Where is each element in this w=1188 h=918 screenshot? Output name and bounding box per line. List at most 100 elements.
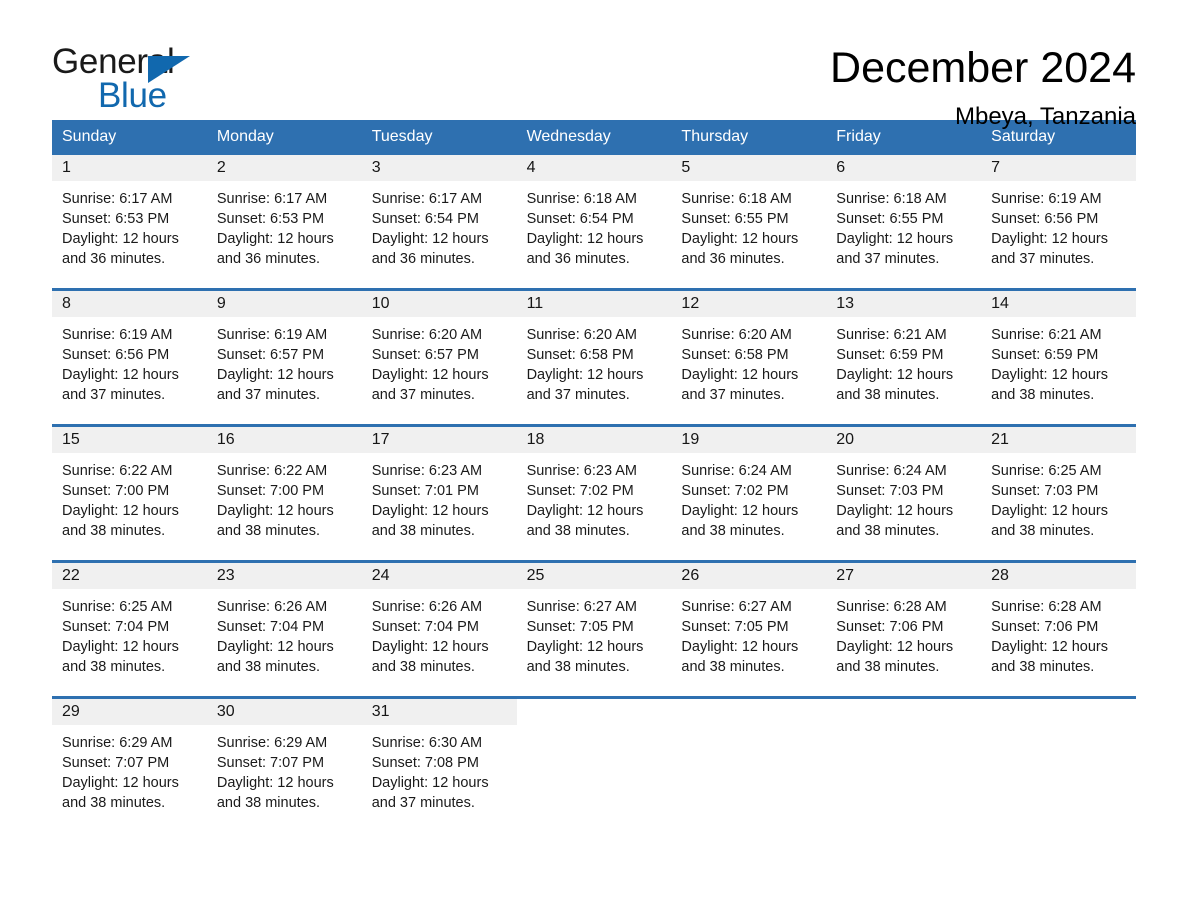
day-details: Sunrise: 6:19 AM Sunset: 6:57 PM Daylight:… (207, 317, 362, 405)
calendar-day-cell[interactable]: 3 Sunrise: 6:17 AM Sunset: 6:54 PM Daylight… (361, 155, 517, 288)
day-details: Sunrise: 6:18 AM Sunset: 6:54 PM Daylight:… (517, 181, 672, 269)
daylight-text: Daylight: 12 hours and 38 minutes. (991, 503, 1109, 539)
sunrise-text: Sunrise: 6:29 AM (62, 735, 173, 751)
calendar-day-cell[interactable]: 12 Sunrise: 6:20 AM Sunset: 6:58 PM Dayligh… (671, 291, 827, 424)
calendar-day-cell[interactable]: 24 Sunrise: 6:26 AM Sunset: 7:04 PM Dayligh… (361, 563, 517, 696)
sunrise-text: Sunrise: 6:30 AM (371, 735, 483, 751)
calendar-day-cell[interactable]: 2 Sunrise: 6:17 AM Sunset: 6:53 PM Daylight… (206, 155, 362, 288)
day-details: Sunrise: 6:23 AM Sunset: 7:02 PM Daylight:… (517, 453, 672, 541)
daylight-text: Daylight: 12 hours and 37 minutes. (681, 367, 799, 403)
calendar-day-cell-empty (826, 699, 982, 832)
sunrise-text: Sunrise: 6:22 AM (62, 463, 173, 479)
day-details: Sunrise: 6:29 AM Sunset: 7:07 PM Daylight:… (52, 725, 207, 813)
day-number (516, 699, 672, 725)
day-number: 12 (671, 291, 827, 317)
calendar-day-cell[interactable]: 23 Sunrise: 6:26 AM Sunset: 7:04 PM Dayligh… (206, 563, 362, 696)
day-details: Sunrise: 6:18 AM Sunset: 6:55 PM Daylight:… (671, 181, 826, 269)
day-details: Sunrise: 6:20 AM Sunset: 6:57 PM Daylight:… (362, 317, 517, 405)
day-number: 4 (516, 155, 672, 181)
calendar-day-cell[interactable]: 28 Sunrise: 6:28 AM Sunset: 7:06 PM Dayligh… (981, 563, 1136, 696)
daylight-text: Daylight: 12 hours and 38 minutes. (216, 775, 334, 811)
calendar-day-cell[interactable]: 1 Sunrise: 6:17 AM Sunset: 6:53 PM Daylight… (52, 155, 207, 288)
sunrise-text: Sunrise: 6:17 AM (216, 191, 328, 207)
day-number: 11 (516, 291, 672, 317)
calendar-day-cell[interactable]: 5 Sunrise: 6:18 AM Sunset: 6:55 PM Daylight… (671, 155, 827, 288)
day-number: 21 (981, 427, 1136, 453)
calendar-day-cell[interactable]: 16 Sunrise: 6:22 AM Sunset: 7:00 PM Dayligh… (206, 427, 362, 560)
day-number: 29 (52, 699, 207, 725)
calendar-day-cell[interactable]: 15 Sunrise: 6:22 AM Sunset: 7:00 PM Dayligh… (52, 427, 207, 560)
sunrise-text: Sunrise: 6:24 AM (836, 463, 947, 479)
day-details: Sunrise: 6:28 AM Sunset: 7:06 PM Daylight:… (826, 589, 981, 677)
daylight-text: Daylight: 12 hours and 37 minutes. (371, 775, 489, 811)
sunrise-text: Sunrise: 6:20 AM (371, 327, 483, 343)
daylight-text: Daylight: 12 hours and 38 minutes. (371, 639, 489, 675)
calendar-day-cell[interactable]: 6 Sunrise: 6:18 AM Sunset: 6:55 PM Daylight… (826, 155, 982, 288)
day-details: Sunrise: 6:27 AM Sunset: 7:05 PM Daylight:… (671, 589, 826, 677)
calendar-day-cell[interactable]: 10 Sunrise: 6:20 AM Sunset: 6:57 PM Dayligh… (361, 291, 517, 424)
calendar-week-row: 29 Sunrise: 6:29 AM Sunset: 7:07 PM Dayligh… (52, 696, 1136, 832)
calendar-day-cell[interactable]: 29 Sunrise: 6:29 AM Sunset: 7:07 PM Dayligh… (52, 699, 207, 832)
sunrise-text: Sunrise: 6:17 AM (62, 191, 173, 207)
calendar-day-cell-empty (981, 699, 1136, 832)
sunset-text: Sunset: 6:55 PM (836, 211, 944, 227)
day-number: 20 (826, 427, 982, 453)
calendar-day-cell[interactable]: 18 Sunrise: 6:23 AM Sunset: 7:02 PM Dayligh… (516, 427, 672, 560)
sunset-text: Sunset: 7:04 PM (371, 619, 479, 635)
calendar-day-cell-empty (671, 699, 827, 832)
sunrise-text: Sunrise: 6:19 AM (216, 327, 328, 343)
calendar-day-cell[interactable]: 11 Sunrise: 6:20 AM Sunset: 6:58 PM Dayligh… (516, 291, 672, 424)
day-details: Sunrise: 6:26 AM Sunset: 7:04 PM Daylight:… (362, 589, 517, 677)
calendar-weeks: 1 Sunrise: 6:17 AM Sunset: 6:53 PM Daylight… (52, 155, 1136, 832)
day-number: 2 (206, 155, 362, 181)
sunset-text: Sunset: 7:01 PM (371, 483, 479, 499)
day-number: 1 (52, 155, 207, 181)
calendar-day-cell[interactable]: 25 Sunrise: 6:27 AM Sunset: 7:05 PM Dayligh… (516, 563, 672, 696)
daylight-text: Daylight: 12 hours and 38 minutes. (371, 503, 489, 539)
day-number: 9 (206, 291, 362, 317)
calendar-day-cell[interactable]: 14 Sunrise: 6:21 AM Sunset: 6:59 PM Dayligh… (981, 291, 1136, 424)
calendar-day-cell[interactable]: 20 Sunrise: 6:24 AM Sunset: 7:03 PM Dayligh… (826, 427, 982, 560)
calendar-day-cell[interactable]: 13 Sunrise: 6:21 AM Sunset: 6:59 PM Dayligh… (826, 291, 982, 424)
calendar-day-cell[interactable]: 21 Sunrise: 6:25 AM Sunset: 7:03 PM Dayligh… (981, 427, 1136, 560)
calendar-day-cell[interactable]: 7 Sunrise: 6:19 AM Sunset: 6:56 PM Daylight… (981, 155, 1136, 288)
calendar-day-cell[interactable]: 4 Sunrise: 6:18 AM Sunset: 6:54 PM Daylight… (516, 155, 672, 288)
weekday-header-friday: Friday (836, 128, 881, 145)
sunset-text: Sunset: 6:57 PM (371, 347, 479, 363)
daylight-text: Daylight: 12 hours and 38 minutes. (62, 775, 179, 811)
day-details: Sunrise: 6:22 AM Sunset: 7:00 PM Daylight:… (52, 453, 207, 541)
day-details: Sunrise: 6:26 AM Sunset: 7:04 PM Daylight:… (207, 589, 362, 677)
day-number: 23 (206, 563, 362, 589)
daylight-text: Daylight: 12 hours and 38 minutes. (991, 639, 1109, 675)
day-details: Sunrise: 6:18 AM Sunset: 6:55 PM Daylight:… (826, 181, 981, 269)
calendar-day-cell[interactable]: 30 Sunrise: 6:29 AM Sunset: 7:07 PM Dayligh… (206, 699, 362, 832)
sunset-text: Sunset: 7:00 PM (62, 483, 170, 499)
daylight-text: Daylight: 12 hours and 38 minutes. (216, 503, 334, 539)
sunrise-text: Sunrise: 6:29 AM (216, 735, 328, 751)
sunrise-text: Sunrise: 6:18 AM (526, 191, 637, 207)
calendar-day-cell[interactable]: 8 Sunrise: 6:19 AM Sunset: 6:56 PM Daylight… (52, 291, 207, 424)
sunrise-text: Sunrise: 6:18 AM (681, 191, 792, 207)
sunrise-text: Sunrise: 6:25 AM (991, 463, 1102, 479)
sunset-text: Sunset: 6:55 PM (681, 211, 789, 227)
sunrise-text: Sunrise: 6:19 AM (62, 327, 173, 343)
daylight-text: Daylight: 12 hours and 38 minutes. (526, 503, 644, 539)
calendar-day-cell[interactable]: 22 Sunrise: 6:25 AM Sunset: 7:04 PM Dayligh… (52, 563, 207, 696)
calendar-day-cell[interactable]: 17 Sunrise: 6:23 AM Sunset: 7:01 PM Dayligh… (361, 427, 517, 560)
generalblue-logo[interactable]: General Blue (52, 44, 202, 113)
sunrise-text: Sunrise: 6:25 AM (62, 599, 173, 615)
day-number (981, 699, 1136, 725)
day-number: 22 (52, 563, 207, 589)
calendar-day-cell[interactable]: 19 Sunrise: 6:24 AM Sunset: 7:02 PM Dayligh… (671, 427, 827, 560)
calendar-day-cell[interactable]: 9 Sunrise: 6:19 AM Sunset: 6:57 PM Daylight… (206, 291, 362, 424)
calendar-day-cell[interactable]: 27 Sunrise: 6:28 AM Sunset: 7:06 PM Dayligh… (826, 563, 982, 696)
calendar-day-cell[interactable]: 26 Sunrise: 6:27 AM Sunset: 7:05 PM Dayligh… (671, 563, 827, 696)
daylight-text: Daylight: 12 hours and 36 minutes. (681, 231, 799, 267)
calendar-week-row: 8 Sunrise: 6:19 AM Sunset: 6:56 PM Daylight… (52, 288, 1136, 424)
calendar-day-cell[interactable]: 31 Sunrise: 6:30 AM Sunset: 7:08 PM Dayligh… (361, 699, 517, 832)
sunset-text: Sunset: 6:59 PM (991, 347, 1099, 363)
sunset-text: Sunset: 6:54 PM (371, 211, 479, 227)
sunrise-sunset-calendar: Sunday Monday Tuesday Wednesday Thursday… (52, 120, 1136, 832)
weekday-header-saturday: Saturday (991, 128, 1056, 145)
day-number: 7 (981, 155, 1136, 181)
